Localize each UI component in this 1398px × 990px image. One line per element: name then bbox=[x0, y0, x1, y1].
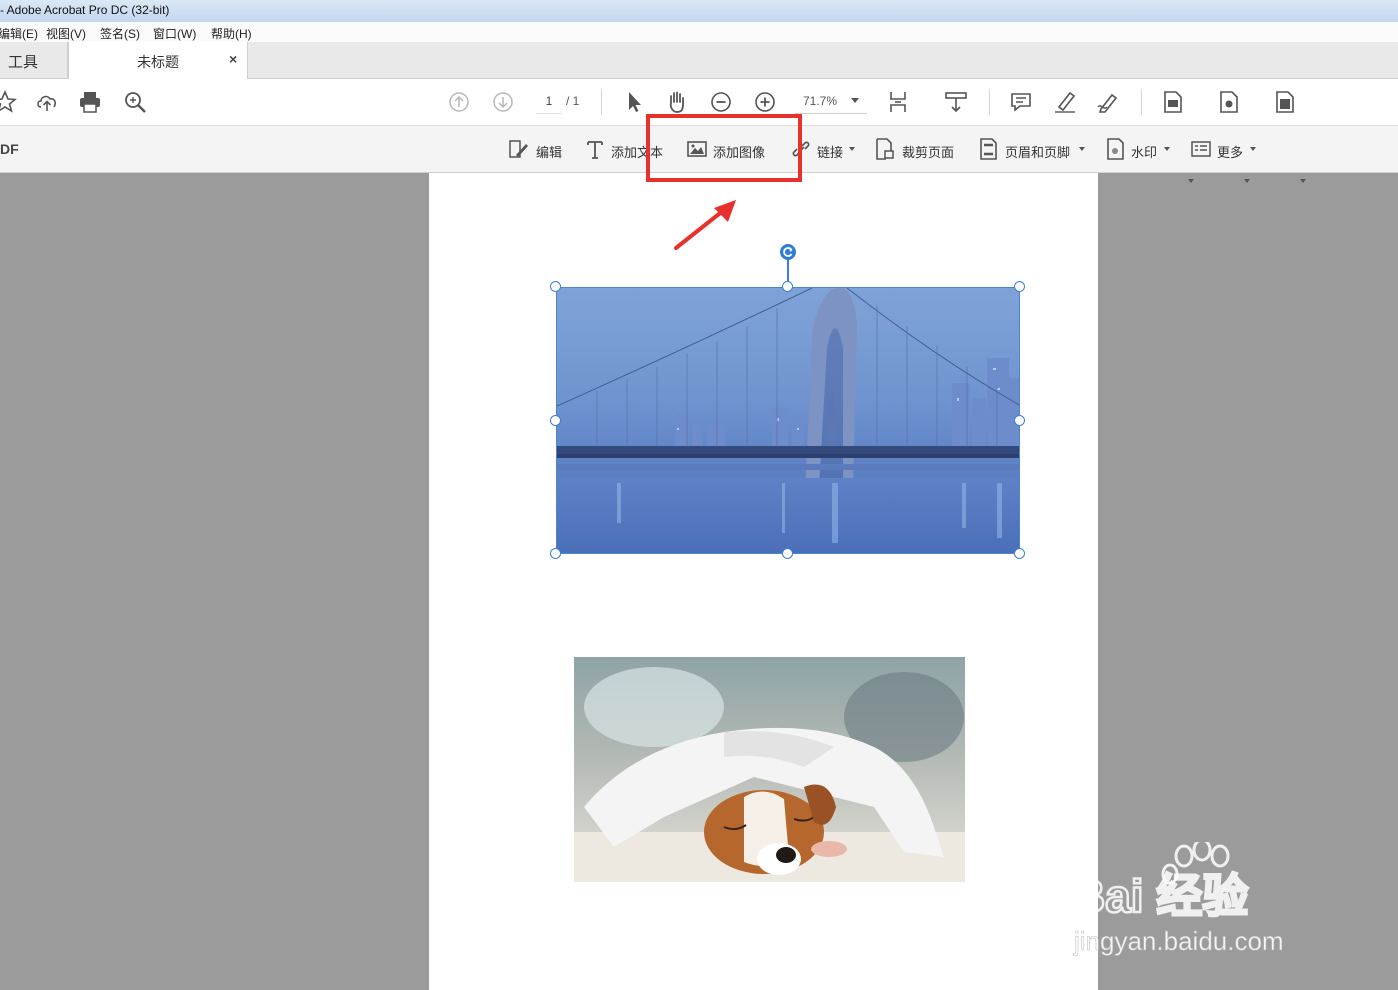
page-layout-icon[interactable] bbox=[887, 89, 913, 115]
resize-handle[interactable] bbox=[550, 548, 561, 559]
highlight-box bbox=[646, 114, 802, 182]
watermark-button[interactable]: 水印 bbox=[1105, 137, 1173, 161]
crop-pages-button[interactable]: 裁剪页面 bbox=[874, 137, 964, 161]
resize-handle[interactable] bbox=[782, 548, 793, 559]
chevron-down-icon[interactable] bbox=[1188, 179, 1194, 183]
chevron-down-icon bbox=[851, 98, 859, 103]
zoom-out-icon[interactable] bbox=[708, 89, 734, 115]
chevron-down-icon bbox=[849, 147, 855, 151]
resize-handle[interactable] bbox=[550, 281, 561, 292]
hand-icon[interactable] bbox=[664, 89, 690, 115]
close-tab-icon[interactable]: × bbox=[229, 51, 237, 67]
file-export-icon[interactable] bbox=[1160, 89, 1186, 115]
highlight-pen-icon[interactable] bbox=[1052, 89, 1078, 115]
chevron-down-icon[interactable] bbox=[1300, 179, 1306, 183]
toolbar-divider bbox=[989, 89, 990, 115]
sign-icon[interactable] bbox=[1095, 89, 1121, 115]
watermark-label: 水印 bbox=[1131, 145, 1158, 160]
menu-help[interactable]: 帮助(H) bbox=[211, 25, 252, 42]
tab-bar: 工具 未标题 × bbox=[0, 42, 1398, 79]
arrow-annotation-icon bbox=[674, 200, 736, 250]
sleeping-puppy-photo bbox=[574, 657, 965, 882]
more-label: 更多 bbox=[1217, 145, 1244, 160]
chevron-down-icon bbox=[1079, 147, 1085, 151]
edit-icon bbox=[509, 140, 528, 158]
next-page-icon[interactable] bbox=[490, 89, 516, 115]
select-pointer-icon[interactable] bbox=[621, 89, 647, 115]
bridge-image[interactable] bbox=[556, 287, 1020, 554]
prev-page-icon[interactable] bbox=[446, 89, 472, 115]
cloud-upload-icon[interactable] bbox=[34, 89, 60, 115]
chevron-down-icon[interactable] bbox=[1244, 179, 1250, 183]
edit-button[interactable]: 编辑 bbox=[507, 137, 567, 161]
header-footer-label: 页眉和页脚 bbox=[1005, 145, 1071, 160]
crop-icon bbox=[876, 138, 894, 160]
chevron-down-icon bbox=[1250, 147, 1256, 151]
resize-handle[interactable] bbox=[1014, 415, 1025, 426]
search-zoom-icon[interactable] bbox=[122, 89, 148, 115]
resize-handle[interactable] bbox=[1014, 281, 1025, 292]
more-button[interactable]: 更多 bbox=[1190, 137, 1260, 161]
rotate-icon[interactable] bbox=[779, 243, 797, 261]
watermark-brand: Bai 经验 bbox=[1072, 870, 1248, 922]
bridge-night-photo bbox=[557, 288, 1019, 553]
crop-label: 裁剪页面 bbox=[902, 145, 955, 160]
star-icon[interactable] bbox=[0, 89, 18, 115]
resize-handle[interactable] bbox=[782, 281, 793, 292]
page-number-input[interactable]: 1 bbox=[536, 89, 562, 114]
toolbar-divider bbox=[601, 89, 602, 115]
menu-edit[interactable]: 编辑(E) bbox=[0, 25, 38, 42]
header-footer-button[interactable]: 页眉和页脚 bbox=[978, 137, 1090, 161]
tab-tools[interactable]: 工具 bbox=[0, 42, 68, 78]
resize-handle[interactable] bbox=[1014, 548, 1025, 559]
watermark-icon bbox=[1107, 138, 1124, 160]
rotate-handle-stem bbox=[787, 258, 789, 282]
comment-icon[interactable] bbox=[1008, 89, 1034, 115]
zoom-in-icon[interactable] bbox=[752, 89, 778, 115]
menu-sign[interactable]: 签名(S) bbox=[100, 25, 140, 42]
tab-document-label: 未标题 bbox=[137, 54, 179, 70]
zoom-select[interactable]: 71.7% bbox=[795, 89, 867, 114]
chevron-down-icon bbox=[1164, 147, 1170, 151]
page-total: / 1 bbox=[566, 94, 580, 108]
title-bar: - Adobe Acrobat Pro DC (32-bit) bbox=[0, 0, 1398, 23]
file-create-icon[interactable] bbox=[1216, 89, 1242, 115]
window-title: - Adobe Acrobat Pro DC (32-bit) bbox=[0, 3, 170, 17]
menu-bar: 编辑(E) 视图(V) 签名(S) 窗口(W) 帮助(H) bbox=[0, 22, 1398, 43]
puppy-image[interactable] bbox=[574, 657, 965, 882]
edit-pdf-title: DF bbox=[0, 141, 19, 157]
menu-window[interactable]: 窗口(W) bbox=[153, 25, 196, 42]
baidu-watermark: Bai 经验 jingyan.baidu.com bbox=[1071, 838, 1342, 962]
zoom-value: 71.7% bbox=[803, 94, 838, 108]
resize-handle[interactable] bbox=[550, 415, 561, 426]
menu-view[interactable]: 视图(V) bbox=[46, 25, 86, 42]
toolbar-divider bbox=[1141, 89, 1142, 115]
watermark-url: jingyan.baidu.com bbox=[1073, 926, 1284, 956]
more-list-icon bbox=[1191, 141, 1211, 157]
scroll-mode-icon[interactable] bbox=[943, 89, 969, 115]
tab-tools-label: 工具 bbox=[8, 54, 39, 71]
print-icon[interactable] bbox=[77, 89, 103, 115]
header-footer-icon bbox=[980, 138, 997, 160]
file-combine-icon[interactable] bbox=[1272, 89, 1298, 115]
link-label: 链接 bbox=[817, 145, 844, 160]
baidu-paw-logo: Bai 经验 jingyan.baidu.com bbox=[1071, 838, 1284, 956]
text-icon bbox=[587, 141, 603, 159]
edit-label: 编辑 bbox=[536, 145, 563, 160]
tab-document[interactable]: 未标题 × bbox=[68, 42, 248, 79]
